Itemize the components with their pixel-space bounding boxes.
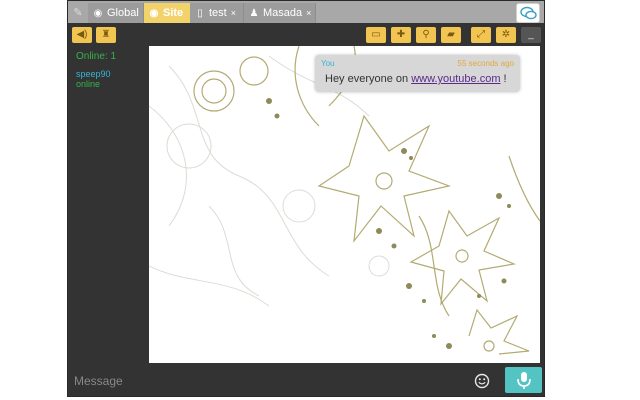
search-icon: ⚲ (422, 29, 430, 40)
tab-global[interactable]: ◉ Global (88, 3, 144, 23)
globe-icon: ◉ (149, 8, 159, 19)
message-timestamp: 55 seconds ago (457, 59, 515, 68)
add-button[interactable]: ✚ (391, 27, 411, 43)
image-icon: ▭ (371, 29, 381, 40)
message-input[interactable]: Message (74, 370, 499, 392)
close-icon[interactable]: × (306, 8, 311, 18)
user-icon: ♟ (249, 8, 259, 19)
settings-button[interactable]: ✲ (496, 27, 516, 43)
microphone-button[interactable] (505, 367, 542, 393)
plus-icon: ✚ (396, 29, 406, 40)
floral-background (149, 46, 540, 355)
search-button[interactable]: ⚲ (416, 27, 436, 43)
message-text-before: Hey everyone on (325, 73, 412, 85)
message-author[interactable]: You (321, 59, 335, 68)
chat-message: You 55 seconds ago Hey everyone on www.y… (315, 55, 520, 92)
tab-label: test (209, 7, 227, 19)
folder-icon: ▰ (447, 29, 455, 40)
tab-label: Masada (263, 7, 303, 19)
tab-site[interactable]: ◉ Site (144, 3, 190, 23)
image-button[interactable]: ▭ (366, 27, 386, 43)
minimize-icon: _ (528, 29, 534, 40)
chat-bubbles-icon (520, 6, 537, 20)
tab-label: Global (107, 7, 139, 19)
file-icon: ▯ (197, 8, 203, 19)
sound-button[interactable]: ◀) (72, 27, 92, 43)
message-text-after: ! (500, 73, 507, 85)
users-icon: ♜ (101, 29, 111, 40)
user-status: online (76, 79, 101, 89)
expand-icon: ⤢ (477, 29, 485, 40)
chat-bubbles-button[interactable] (516, 3, 540, 23)
user-list-panel: Online: 1 speep90 online (68, 47, 148, 363)
speaker-icon: ◀) (76, 29, 88, 40)
folder-button[interactable]: ▰ (441, 27, 461, 43)
globe-icon: ◉ (93, 8, 103, 19)
minimize-button[interactable]: _ (521, 27, 541, 43)
pencil-icon[interactable]: ✎ (70, 3, 86, 23)
user-name[interactable]: speep90 (76, 69, 111, 79)
fullscreen-button[interactable]: ⤢ (471, 27, 491, 43)
close-icon[interactable]: × (231, 8, 236, 18)
message-area: You 55 seconds ago Hey everyone on www.y… (149, 46, 540, 363)
tab-bar: ✎ ◉ Global ◉ Site ▯ test × ♟ Masada × (68, 1, 544, 23)
online-count: Online: 1 (76, 51, 117, 62)
microphone-icon (517, 372, 531, 389)
tab-label: Site (163, 7, 184, 19)
chat-window: ✎ ◉ Global ◉ Site ▯ test × ♟ Masada × ◀) ♜ ▭ ✚… (67, 0, 545, 397)
tab-test[interactable]: ▯ test × (190, 3, 244, 23)
message-text: Hey everyone on www.youtube.com ! (325, 73, 507, 85)
input-bar: Message (68, 363, 544, 396)
smiley-icon[interactable] (474, 373, 490, 389)
message-link[interactable]: www.youtube.com (411, 73, 500, 85)
users-button[interactable]: ♜ (96, 27, 116, 43)
toolbar: ◀) ♜ ▭ ✚ ⚲ ▰ ⤢ ✲ _ (68, 23, 544, 47)
gear-icon: ✲ (501, 29, 511, 40)
tab-masada[interactable]: ♟ Masada × (244, 3, 316, 23)
